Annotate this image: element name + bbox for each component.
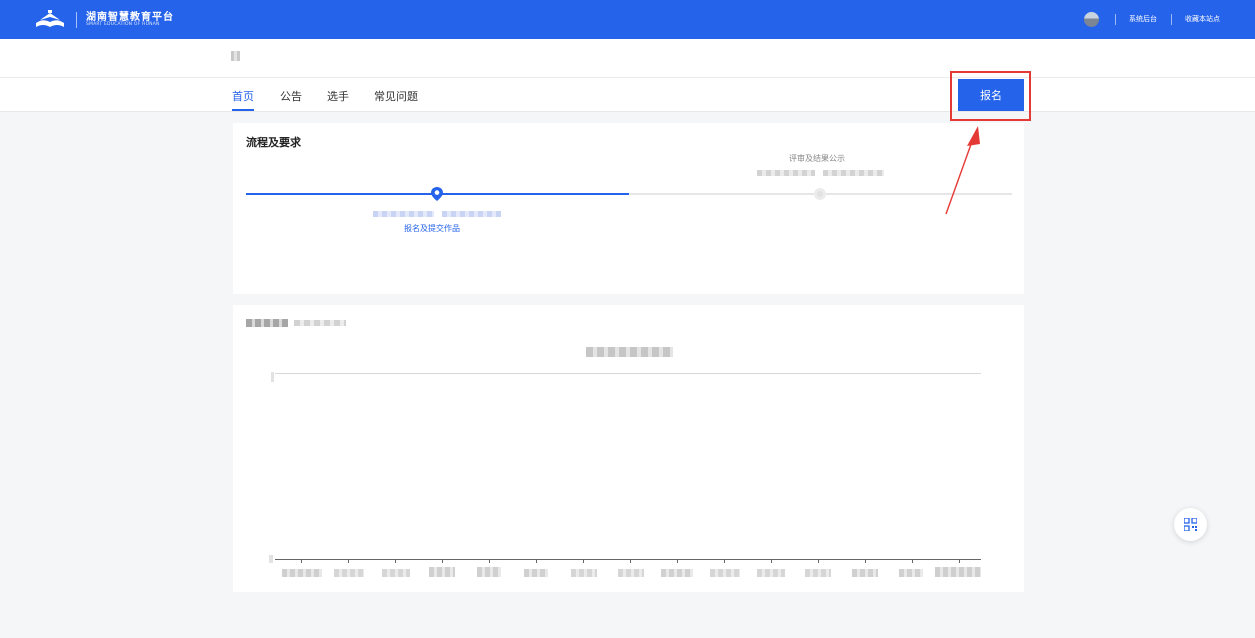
blurred-x-label (524, 569, 548, 577)
blurred-x-label (334, 569, 364, 577)
step-label-review: 评审及结果公示 (789, 154, 845, 163)
chart-grid-line (275, 373, 981, 374)
stats-card (233, 305, 1024, 592)
step-dot-upcoming (814, 188, 826, 200)
x-tick (959, 559, 960, 563)
blurred-date-end (823, 170, 884, 176)
bookmark-site-link[interactable]: 收藏本站点 (1185, 14, 1220, 24)
blurred-x-label (852, 569, 878, 577)
process-card: 流程及要求 报名及提交作品 评审及结果公示 (233, 123, 1024, 294)
annotation-arrow (945, 126, 980, 215)
x-tick (771, 559, 772, 563)
blurred-date-start (757, 170, 815, 176)
active-tab-indicator (232, 109, 254, 111)
brand-subtitle: SMART EDUCATION OF HUNAN (86, 22, 160, 27)
book-logo-icon[interactable] (34, 9, 66, 31)
blurred-x-label (382, 569, 410, 577)
blurred-x-label (899, 569, 923, 577)
blurred-x-label (618, 569, 644, 577)
x-tick (865, 559, 866, 563)
header-divider (1115, 14, 1116, 25)
x-tick (912, 559, 913, 563)
blurred-x-label (282, 569, 322, 577)
top-header: 湖南智慧教育平台 SMART EDUCATION OF HUNAN 系统后台 收… (0, 0, 1255, 39)
blurred-card-title (246, 319, 288, 327)
x-tick (442, 559, 443, 563)
blurred-date-end (442, 211, 501, 217)
x-tick (677, 559, 678, 563)
qr-code-icon (1184, 518, 1197, 531)
x-tick (536, 559, 537, 563)
blurred-card-subtitle (294, 320, 346, 326)
x-tick (348, 559, 349, 563)
tab-home[interactable]: 首页 (232, 88, 254, 104)
x-tick (630, 559, 631, 563)
blurred-x-label (571, 569, 597, 577)
x-tick (489, 559, 490, 563)
blurred-x-label (661, 569, 693, 577)
qr-float-button[interactable] (1174, 508, 1207, 541)
tab-announcements[interactable]: 公告 (280, 88, 302, 104)
logo-divider (76, 12, 77, 28)
blurred-x-label (710, 569, 740, 577)
main-nav: 首页 公告 选手 常见问题 (0, 78, 1255, 112)
blurred-chart-title (586, 347, 673, 357)
blurred-y-tick (269, 555, 273, 563)
x-tick (301, 559, 302, 563)
sub-header (0, 39, 1255, 78)
header-divider (1171, 14, 1172, 25)
tab-contestants[interactable]: 选手 (327, 88, 349, 104)
signup-button[interactable]: 报名 (958, 79, 1024, 111)
x-tick (724, 559, 725, 563)
blurred-x-label (935, 567, 981, 577)
step-label-signup: 报名及提交作品 (404, 224, 460, 233)
x-tick (395, 559, 396, 563)
tab-faq[interactable]: 常见问题 (374, 88, 418, 104)
blurred-page-title (231, 51, 240, 61)
blurred-x-label (805, 569, 831, 577)
x-tick (818, 559, 819, 563)
process-title: 流程及要求 (246, 136, 301, 149)
blurred-x-label (477, 567, 501, 577)
system-backend-link[interactable]: 系统后台 (1129, 14, 1157, 24)
user-avatar[interactable] (1084, 12, 1099, 27)
blurred-x-label (757, 569, 785, 577)
chart-x-axis (275, 559, 981, 560)
blurred-date-start (373, 211, 434, 217)
brand-title: 湖南智慧教育平台 (86, 12, 174, 23)
blurred-x-label (429, 567, 455, 577)
x-tick (583, 559, 584, 563)
blurred-y-tick (271, 372, 274, 382)
location-pin-icon (431, 187, 443, 201)
